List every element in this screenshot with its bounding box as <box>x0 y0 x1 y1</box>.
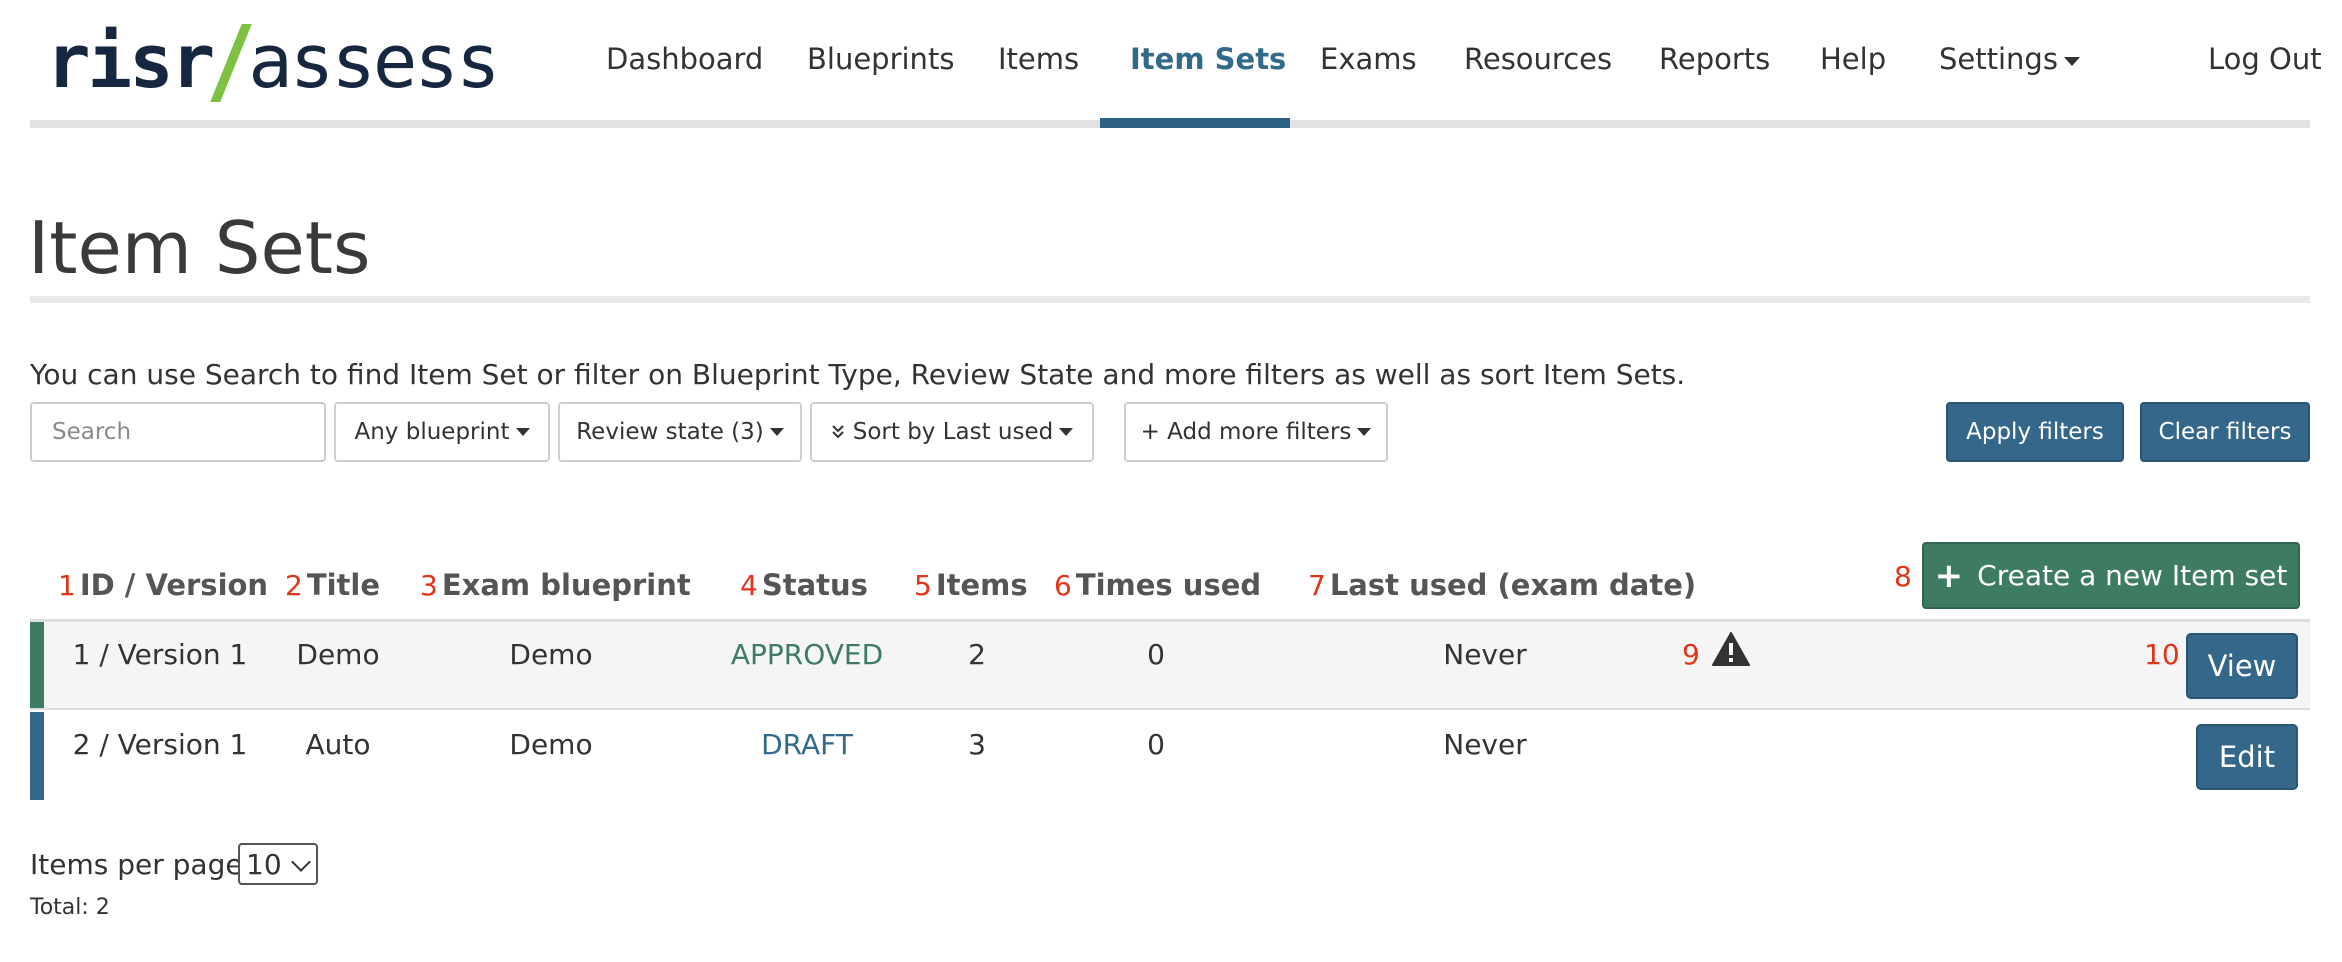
logo-text-risr: risr <box>46 19 215 105</box>
annotation-number: 6 <box>1054 569 1072 602</box>
caret-down-icon <box>1357 428 1372 436</box>
risr-assess-logo[interactable]: risr assess <box>46 19 501 105</box>
column-header-title[interactable]: 2 Title <box>285 568 380 602</box>
sort-dropdown[interactable]: Sort by Last used <box>810 402 1094 462</box>
column-label: Status <box>761 568 868 602</box>
annotation-number: 10 <box>2144 638 2180 671</box>
cell-last-used: Never <box>1443 638 1527 671</box>
annotation-number: 3 <box>420 569 438 602</box>
column-header-last-used[interactable]: 7 Last used (exam date) <box>1308 568 1696 602</box>
cell-status: APPROVED <box>730 638 884 671</box>
cell-times-used: 0 <box>1147 728 1165 761</box>
plus-icon: + <box>1934 555 1964 596</box>
column-header-items[interactable]: 5 Items <box>914 568 1028 602</box>
cell-blueprint: Demo <box>509 728 593 761</box>
nav-active-indicator <box>1100 118 1290 128</box>
sort-label: Sort by Last used <box>852 419 1054 445</box>
double-chevron-down-icon <box>832 425 844 439</box>
view-button[interactable]: View <box>2186 633 2298 699</box>
edit-button[interactable]: Edit <box>2196 724 2298 790</box>
row-status-accent <box>30 712 44 800</box>
nav-dashboard[interactable]: Dashboard <box>606 42 763 76</box>
column-header-times-used[interactable]: 6 Times used <box>1054 568 1261 602</box>
column-label: Items <box>935 568 1028 602</box>
annotation-number: 2 <box>285 569 303 602</box>
cell-id-version: 1 / Version 1 <box>72 638 248 671</box>
column-label: Last used (exam date) <box>1329 568 1697 602</box>
logo-slash-icon <box>222 24 240 100</box>
row-status-accent <box>30 622 44 708</box>
top-navigation: risr assess Dashboard Blueprints Items I… <box>0 0 2342 128</box>
annotation-number: 1 <box>58 569 76 602</box>
help-text: You can use Search to find Item Set or f… <box>30 358 1686 391</box>
cell-last-used: Never <box>1443 728 1527 761</box>
cell-title: Demo <box>296 638 380 671</box>
column-header-exam-blueprint[interactable]: 3 Exam blueprint <box>420 568 691 602</box>
cell-items: 3 <box>968 728 986 761</box>
caret-down-icon <box>515 428 530 436</box>
title-divider <box>30 296 2310 303</box>
cell-items: 2 <box>968 638 986 671</box>
total-count: Total: 2 <box>30 895 110 920</box>
cell-times-used: 0 <box>1147 638 1165 671</box>
create-item-set-button[interactable]: + Create a new Item set <box>1922 542 2300 609</box>
annotation-number: 9 <box>1682 638 1700 671</box>
nav-reports[interactable]: Reports <box>1659 42 1770 76</box>
review-state-filter-dropdown[interactable]: Review state (3) <box>558 402 802 462</box>
nav-logout[interactable]: Log Out <box>2208 42 2322 76</box>
annotation-number: 8 <box>1894 560 1912 593</box>
search-input[interactable] <box>30 402 326 462</box>
column-label: Title <box>306 568 381 602</box>
column-label: Times used <box>1075 568 1262 602</box>
nav-help[interactable]: Help <box>1820 42 1886 76</box>
items-per-page-select[interactable]: 10 <box>238 843 318 885</box>
blueprint-filter-label: Any blueprint <box>354 419 510 445</box>
nav-exams[interactable]: Exams <box>1320 42 1417 76</box>
apply-filters-button[interactable]: Apply filters <box>1946 402 2124 462</box>
cell-title: Auto <box>305 728 371 761</box>
annotation-number: 4 <box>740 569 758 602</box>
add-more-filters-label: + Add more filters <box>1140 419 1352 445</box>
cell-blueprint: Demo <box>509 638 593 671</box>
warning-triangle-icon[interactable] <box>1712 632 1750 666</box>
nav-blueprints[interactable]: Blueprints <box>807 42 954 76</box>
review-state-filter-label: Review state (3) <box>576 419 764 445</box>
cell-id-version: 2 / Version 1 <box>72 728 248 761</box>
table-row: 2 / Version 1 Auto Demo DRAFT 3 0 Never … <box>30 712 2310 800</box>
column-label: Exam blueprint <box>441 568 691 602</box>
annotation-number: 7 <box>1308 569 1326 602</box>
column-header-status[interactable]: 4 Status <box>740 568 868 602</box>
clear-filters-button[interactable]: Clear filters <box>2140 402 2310 462</box>
annotation-number: 5 <box>914 569 932 602</box>
items-per-page-value: 10 <box>246 847 282 881</box>
blueprint-filter-dropdown[interactable]: Any blueprint <box>334 402 550 462</box>
chevron-down-icon <box>291 852 311 872</box>
cell-status: DRAFT <box>761 728 853 761</box>
column-label: ID / Version <box>79 568 269 602</box>
nav-settings-label: Settings <box>1939 42 2058 76</box>
add-more-filters-dropdown[interactable]: + Add more filters <box>1124 402 1388 462</box>
table-row: 1 / Version 1 Demo Demo APPROVED 2 0 Nev… <box>30 622 2310 710</box>
items-per-page-label: Items per page: <box>30 848 253 881</box>
nav-settings-dropdown[interactable]: Settings <box>1939 42 2080 76</box>
nav-item-sets[interactable]: Item Sets <box>1130 42 1286 76</box>
column-header-id-version[interactable]: 1 ID / Version <box>58 568 268 602</box>
caret-down-icon <box>2063 56 2080 66</box>
create-item-set-label: Create a new Item set <box>1977 559 2288 592</box>
nav-resources[interactable]: Resources <box>1464 42 1612 76</box>
caret-down-icon <box>769 428 784 436</box>
logo-text-assess: assess <box>248 19 500 105</box>
nav-items[interactable]: Items <box>998 42 1079 76</box>
page-title: Item Sets <box>28 206 371 290</box>
caret-down-icon <box>1059 428 1074 436</box>
